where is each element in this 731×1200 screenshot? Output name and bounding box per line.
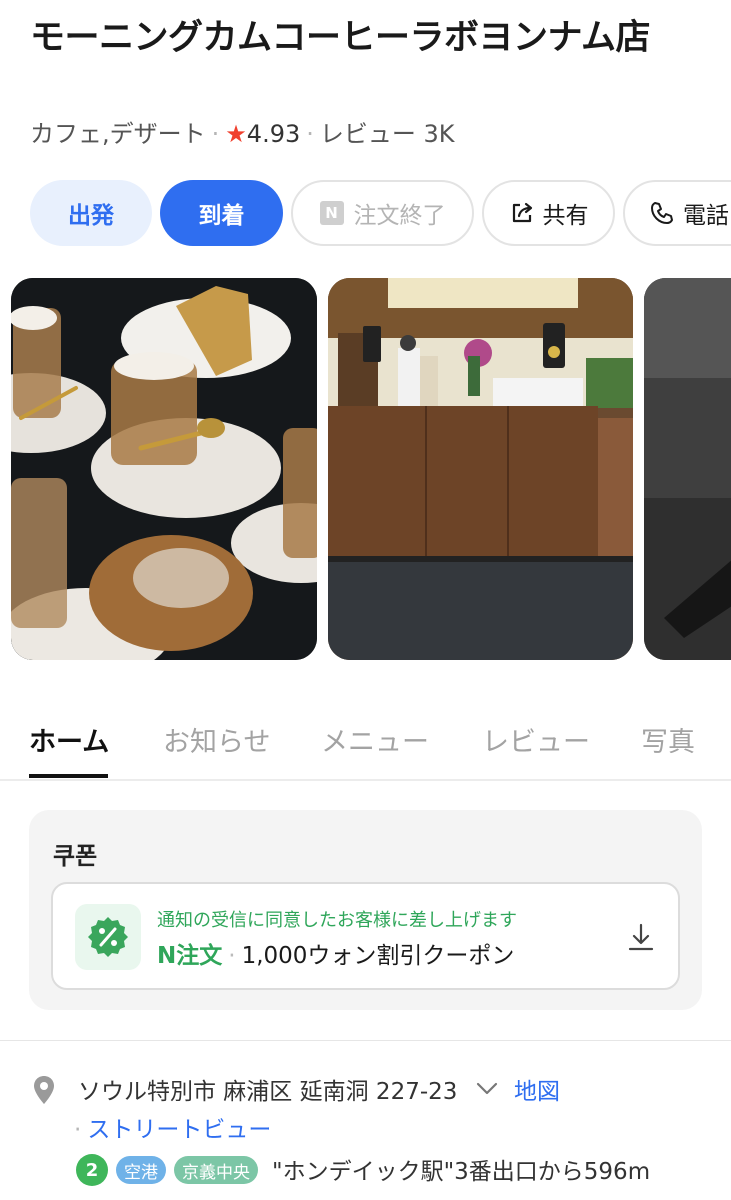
share-icon — [512, 202, 532, 223]
photo-desserts[interactable] — [11, 278, 317, 660]
category-label: カフェ,デザート — [30, 120, 206, 148]
street-view-link[interactable]: ストリートビュー — [87, 1117, 271, 1143]
coupon-description: 1,000ウォン割引クーポン — [241, 943, 515, 969]
tab-news[interactable]: お知らせ — [163, 720, 270, 759]
coupon-section-title: 쿠폰 — [53, 842, 98, 870]
location-pin-icon — [34, 1076, 54, 1104]
coupon-percent-icon — [75, 904, 141, 970]
tab-bar: ホーム お知らせ メニュー レビュー 写真 — [0, 712, 731, 781]
separator-dot: · — [211, 120, 220, 148]
photo-carousel[interactable] — [0, 278, 731, 660]
photo-interior[interactable] — [644, 278, 731, 660]
naver-n-icon: N — [157, 943, 177, 969]
action-buttons: 出発 到着 N 注文終了 共有 電話 — [30, 180, 731, 250]
depart-button[interactable]: 出発 — [30, 180, 152, 246]
call-button[interactable]: 電話 — [623, 180, 731, 246]
tab-home[interactable]: ホーム — [29, 720, 109, 759]
street-view-row: · ストリートビュー — [74, 1110, 271, 1144]
airport-line-badge: 空港 — [116, 1156, 166, 1184]
share-button[interactable]: 共有 — [482, 180, 615, 246]
coupon-brand-label: 注文 — [176, 943, 223, 969]
call-label: 電話 — [683, 203, 729, 229]
address-row: ソウル特別市 麻浦区 延南洞 227-23 地図 — [30, 1072, 730, 1108]
coupon-description-row: N注文 · 1,000ウォン割引クーポン — [157, 936, 514, 970]
gyeongui-line-badge: 京義中央 — [174, 1156, 258, 1184]
coupon-card[interactable]: 通知の受信に同意したお客様に差し上げます N注文 · 1,000ウォン割引クーポン — [51, 882, 680, 990]
order-button[interactable]: N 注文終了 — [291, 180, 474, 246]
arrive-button[interactable]: 到着 — [160, 180, 283, 246]
tab-reviews[interactable]: レビュー — [482, 720, 590, 759]
section-divider — [0, 1040, 731, 1041]
naver-n-icon: N — [319, 201, 344, 225]
map-link[interactable]: 地図 — [514, 1072, 560, 1106]
star-icon: ★ — [225, 120, 247, 148]
review-count-link[interactable]: レビュー 3K — [320, 120, 455, 148]
order-label: 注文終了 — [353, 203, 446, 229]
coupon-section: 쿠폰 通知の受信に同意したお客様に差し上げます N注文 · 1,000ウォン割引クー… — [29, 810, 702, 1010]
coupon-notice: 通知の受信に同意したお客様に差し上げます — [157, 910, 517, 931]
active-tab-indicator — [29, 774, 108, 778]
transit-directions: "ホンデイック駅"3番出口から596m — [272, 1159, 651, 1185]
address-text: ソウル特別市 麻浦区 延南洞 227-23 — [78, 1079, 458, 1105]
tab-menu[interactable]: メニュー — [321, 720, 429, 759]
share-label: 共有 — [542, 203, 589, 229]
place-title: モーニングカムコーヒーラボヨンナム店 — [30, 18, 650, 58]
subway-line-2-badge: 2 — [76, 1154, 108, 1186]
rating-value: 4.93 — [246, 120, 301, 148]
download-icon[interactable] — [627, 922, 655, 952]
arrive-label: 到着 — [198, 203, 245, 229]
separator-dot: · — [74, 1117, 82, 1143]
chevron-down-icon[interactable] — [474, 1076, 500, 1100]
photo-counter[interactable] — [328, 278, 633, 660]
tab-photos[interactable]: 写真 — [641, 720, 695, 759]
place-meta: カフェ,デザート · ★4.93 · レビュー 3K — [30, 116, 455, 152]
separator-dot: · — [228, 943, 236, 969]
phone-icon — [651, 202, 673, 224]
separator-dot: · — [306, 120, 314, 148]
depart-label: 出発 — [68, 203, 114, 229]
